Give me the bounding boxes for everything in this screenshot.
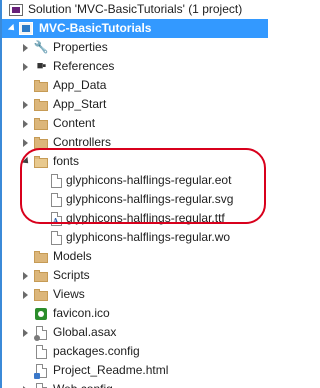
tree-item-label: App_Data — [53, 78, 107, 92]
tree-item-label: glyphicons-halflings-regular.ttf — [66, 211, 225, 225]
tree-item-label: Project_Readme.html — [53, 363, 169, 377]
collapse-arrow-icon[interactable] — [20, 380, 30, 388]
folder-icon — [33, 287, 49, 302]
expand-arrow-icon[interactable] — [6, 19, 18, 38]
tree-item-app-start[interactable]: App_Start — [2, 95, 268, 114]
expand-arrow-icon[interactable] — [20, 152, 32, 171]
tree-item-global-asax[interactable]: Global.asax — [2, 323, 268, 342]
tree-item-label: Scripts — [53, 268, 90, 282]
tree-item-properties[interactable]: 🔧 Properties — [2, 38, 268, 57]
tree-item-packages-config[interactable]: packages.config — [2, 342, 268, 361]
tree-item-label: Properties — [53, 40, 108, 54]
tree-row-project[interactable]: MVC-BasicTutorials — [2, 19, 268, 38]
collapse-arrow-icon[interactable] — [20, 133, 30, 152]
file-icon — [48, 230, 64, 245]
folder-icon — [33, 268, 49, 283]
tree-item-views[interactable]: Views — [2, 285, 268, 304]
tree-item-app-data[interactable]: App_Data — [2, 76, 268, 95]
tree-item-label: Global.asax — [53, 325, 117, 339]
html-file-icon — [33, 363, 49, 379]
tree-item-font-file[interactable]: glyphicons-halflings-regular.eot — [2, 171, 268, 190]
folder-icon — [33, 97, 49, 112]
collapse-arrow-icon[interactable] — [20, 114, 30, 133]
folder-icon — [33, 249, 49, 264]
tree-item-label: References — [53, 59, 115, 73]
solution-label: Solution 'MVC-BasicTutorials' (1 project… — [28, 2, 243, 16]
project-label: MVC-BasicTutorials — [39, 21, 152, 35]
folder-icon — [33, 116, 49, 131]
tree-item-label: Models — [53, 249, 92, 263]
tree-item-label: Content — [53, 116, 96, 130]
tree-item-label: glyphicons-halflings-regular.eot — [66, 173, 232, 187]
web-config-icon — [33, 382, 49, 388]
references-icon: ■▪ — [36, 60, 46, 72]
folder-icon — [33, 135, 49, 150]
tree-row-solution[interactable]: Solution 'MVC-BasicTutorials' (1 project… — [2, 0, 268, 19]
tree-item-content[interactable]: Content — [2, 114, 268, 133]
asax-file-icon — [33, 325, 49, 341]
tree-item-project-readme[interactable]: Project_Readme.html — [2, 361, 268, 380]
file-icon — [48, 173, 64, 188]
tree-item-label: Views — [53, 287, 85, 301]
config-file-icon — [33, 344, 49, 359]
tree-item-label: fonts — [53, 154, 80, 168]
csharp-web-project-icon — [18, 21, 34, 36]
tree-item-models[interactable]: Models — [2, 247, 268, 266]
solution-explorer-tree: Solution 'MVC-BasicTutorials' (1 project… — [0, 0, 268, 388]
solution-icon — [8, 2, 24, 17]
font-file-icon: A — [48, 211, 64, 226]
tree-item-label: Controllers — [53, 135, 112, 149]
collapse-arrow-icon[interactable] — [20, 95, 30, 114]
favicon-icon — [33, 306, 49, 321]
tree-item-scripts[interactable]: Scripts — [2, 266, 268, 285]
collapse-arrow-icon[interactable] — [20, 38, 30, 57]
tree-item-font-file[interactable]: glyphicons-halflings-regular.wo — [2, 228, 268, 247]
tree-item-web-config[interactable]: Web.config — [2, 380, 268, 388]
collapse-arrow-icon[interactable] — [20, 323, 30, 342]
tree-item-label: favicon.ico — [53, 306, 110, 320]
tree-item-label: Web.config — [53, 380, 113, 388]
tree-item-controllers[interactable]: Controllers — [2, 133, 268, 152]
tree-item-references[interactable]: ■▪ References — [2, 57, 268, 76]
file-icon — [48, 192, 64, 207]
wrench-icon: 🔧 — [33, 40, 49, 54]
tree-item-font-file[interactable]: glyphicons-halflings-regular.svg — [2, 190, 268, 209]
tree-item-favicon[interactable]: favicon.ico — [2, 304, 268, 323]
folder-open-icon — [33, 154, 49, 169]
tree-item-label: glyphicons-halflings-regular.wo — [66, 230, 231, 244]
folder-icon — [33, 78, 49, 93]
collapse-arrow-icon[interactable] — [20, 285, 30, 304]
tree-item-font-file[interactable]: A glyphicons-halflings-regular.ttf — [2, 209, 268, 228]
collapse-arrow-icon[interactable] — [20, 57, 30, 76]
tree-item-label: packages.config — [53, 344, 140, 358]
tree-item-fonts[interactable]: fonts — [2, 152, 268, 171]
tree-item-label: glyphicons-halflings-regular.svg — [66, 192, 234, 206]
tree-item-label: App_Start — [53, 97, 107, 111]
collapse-arrow-icon[interactable] — [20, 266, 30, 285]
